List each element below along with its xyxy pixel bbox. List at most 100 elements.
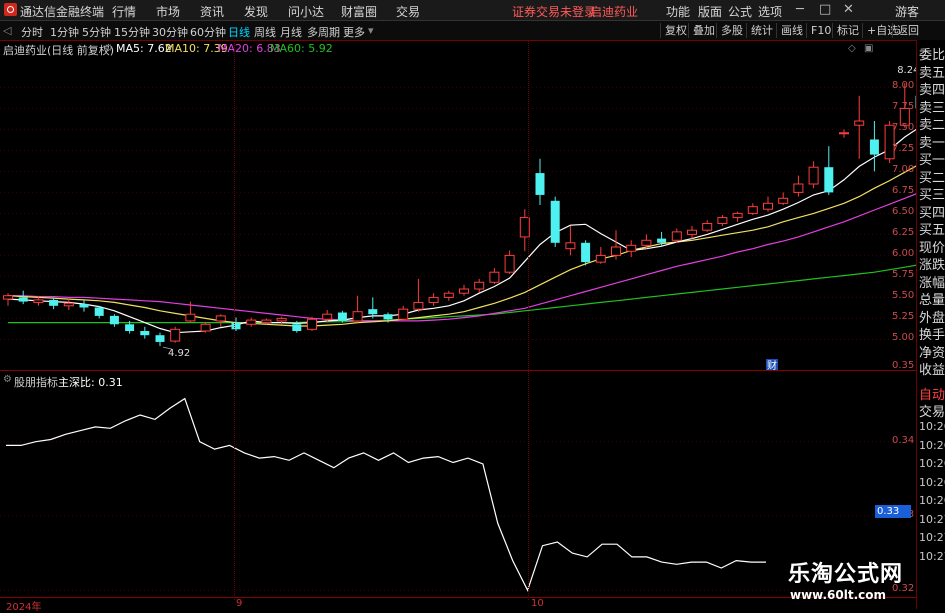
- draw-button[interactable]: 画线: [776, 23, 803, 38]
- candle[interactable]: [808, 161, 819, 189]
- candlestick-chart[interactable]: 8.24 4.92 财: [0, 40, 916, 370]
- candle-body-up: [671, 231, 682, 241]
- sidebar-bottom-item[interactable]: 交易: [919, 401, 945, 420]
- period-more[interactable]: 更多: [343, 24, 365, 40]
- candle[interactable]: [778, 192, 789, 205]
- candle[interactable]: [671, 228, 682, 243]
- adjust-button[interactable]: 复权: [660, 23, 687, 38]
- period-multi[interactable]: 多周期: [307, 24, 340, 40]
- candle[interactable]: [155, 332, 165, 347]
- sidebar-quote-item: 收益: [919, 363, 945, 378]
- indicator-chart[interactable]: [0, 372, 916, 598]
- candle[interactable]: [504, 250, 515, 274]
- period-60min[interactable]: 60分钟: [190, 24, 226, 40]
- y-axis-label: 7.25: [892, 143, 915, 155]
- candle[interactable]: [307, 316, 317, 331]
- candle[interactable]: [763, 196, 773, 212]
- stats-button[interactable]: 统计: [746, 23, 773, 38]
- sidebar-quote-item: 外盘: [919, 310, 945, 326]
- candle[interactable]: [352, 295, 363, 323]
- f10-button[interactable]: F10: [806, 23, 831, 38]
- mark-button[interactable]: 标记: [832, 23, 859, 38]
- candle[interactable]: [824, 146, 834, 195]
- candle[interactable]: [854, 95, 865, 159]
- more-dropdown-icon[interactable]: ▾: [368, 24, 374, 37]
- candle[interactable]: [398, 305, 409, 321]
- candle[interactable]: [535, 158, 545, 205]
- multi-stock-button[interactable]: 多股: [716, 23, 743, 38]
- menu-item-wealth[interactable]: 财富圈: [341, 3, 377, 20]
- candle[interactable]: [443, 290, 454, 301]
- menu-item-options[interactable]: 选项: [758, 3, 782, 20]
- period-30min[interactable]: 30分钟: [152, 24, 188, 40]
- period-daily[interactable]: 日线: [228, 24, 250, 40]
- period-intraday[interactable]: 分时: [21, 24, 43, 40]
- candle[interactable]: [793, 175, 804, 197]
- candle[interactable]: [550, 196, 560, 247]
- stock-name-link[interactable]: 启迪药业: [590, 3, 638, 20]
- candle[interactable]: [626, 240, 637, 258]
- menu-item-exchange[interactable]: 市场: [156, 3, 180, 20]
- menu-item-layout[interactable]: 版面: [698, 3, 722, 20]
- maximize-icon[interactable]: □: [819, 2, 831, 17]
- menu-item-market[interactable]: 行情: [112, 3, 136, 20]
- back-button[interactable]: 返回: [892, 23, 919, 38]
- candle[interactable]: [79, 299, 89, 312]
- menu-item-formula[interactable]: 公式: [728, 3, 752, 20]
- candle[interactable]: [3, 293, 13, 306]
- candle[interactable]: [428, 293, 439, 306]
- candle[interactable]: [581, 240, 591, 266]
- candle[interactable]: [109, 314, 119, 327]
- candle[interactable]: [94, 305, 104, 319]
- period-monthly[interactable]: 月线: [280, 24, 302, 40]
- candle[interactable]: [170, 326, 181, 343]
- candle[interactable]: [702, 220, 713, 232]
- month-gridline: [234, 40, 235, 600]
- menu-item-news[interactable]: 资讯: [200, 3, 224, 20]
- sidebar-quote-item: 换手: [919, 328, 945, 343]
- candle[interactable]: [49, 297, 59, 310]
- overlay-button[interactable]: 叠加: [688, 23, 715, 38]
- period-15min[interactable]: 15分钟: [114, 24, 150, 40]
- candle[interactable]: [459, 284, 469, 296]
- candle[interactable]: [869, 121, 879, 172]
- period-5min[interactable]: 5分钟: [82, 24, 111, 40]
- candle[interactable]: [839, 129, 849, 138]
- minimize-icon[interactable]: ─: [796, 2, 804, 17]
- candle[interactable]: [200, 321, 211, 333]
- guest-label[interactable]: 游客: [895, 3, 919, 20]
- candle[interactable]: [717, 215, 728, 226]
- candle[interactable]: [246, 317, 257, 327]
- candle[interactable]: [215, 314, 226, 327]
- candle-body-down: [337, 312, 347, 321]
- close-icon[interactable]: ✕: [843, 2, 854, 17]
- candle[interactable]: [231, 317, 241, 331]
- sidebar-quote-item: 现价: [919, 240, 945, 256]
- menu-item-function[interactable]: 功能: [666, 3, 690, 20]
- candle[interactable]: [747, 203, 758, 216]
- login-notice[interactable]: 证券交易未登录: [512, 3, 596, 20]
- menu-item-assistant[interactable]: 问小达: [288, 3, 324, 20]
- candle[interactable]: [18, 290, 28, 305]
- menu-item-trade[interactable]: 交易: [396, 3, 420, 20]
- menu-item-discover[interactable]: 发现: [244, 3, 268, 20]
- candle[interactable]: [595, 247, 606, 264]
- candle[interactable]: [337, 310, 347, 323]
- period-1min[interactable]: 1分钟: [50, 24, 79, 40]
- candle[interactable]: [565, 226, 576, 256]
- sidebar-tick-time: 10:26: [919, 475, 945, 489]
- candle-body-up: [352, 311, 363, 322]
- candle[interactable]: [474, 278, 485, 293]
- candle[interactable]: [140, 326, 150, 339]
- candle[interactable]: [687, 226, 697, 239]
- candle[interactable]: [413, 278, 424, 312]
- candle[interactable]: [732, 211, 743, 222]
- period-weekly[interactable]: 周线: [254, 24, 276, 40]
- candle[interactable]: [63, 299, 74, 310]
- collapse-left-icon[interactable]: ◁: [3, 24, 11, 37]
- high-price-label: 8.24: [897, 65, 916, 76]
- candle[interactable]: [368, 297, 378, 319]
- sidebar-quote-item: 卖三: [919, 100, 945, 116]
- candle[interactable]: [489, 268, 500, 284]
- candle[interactable]: [261, 318, 272, 325]
